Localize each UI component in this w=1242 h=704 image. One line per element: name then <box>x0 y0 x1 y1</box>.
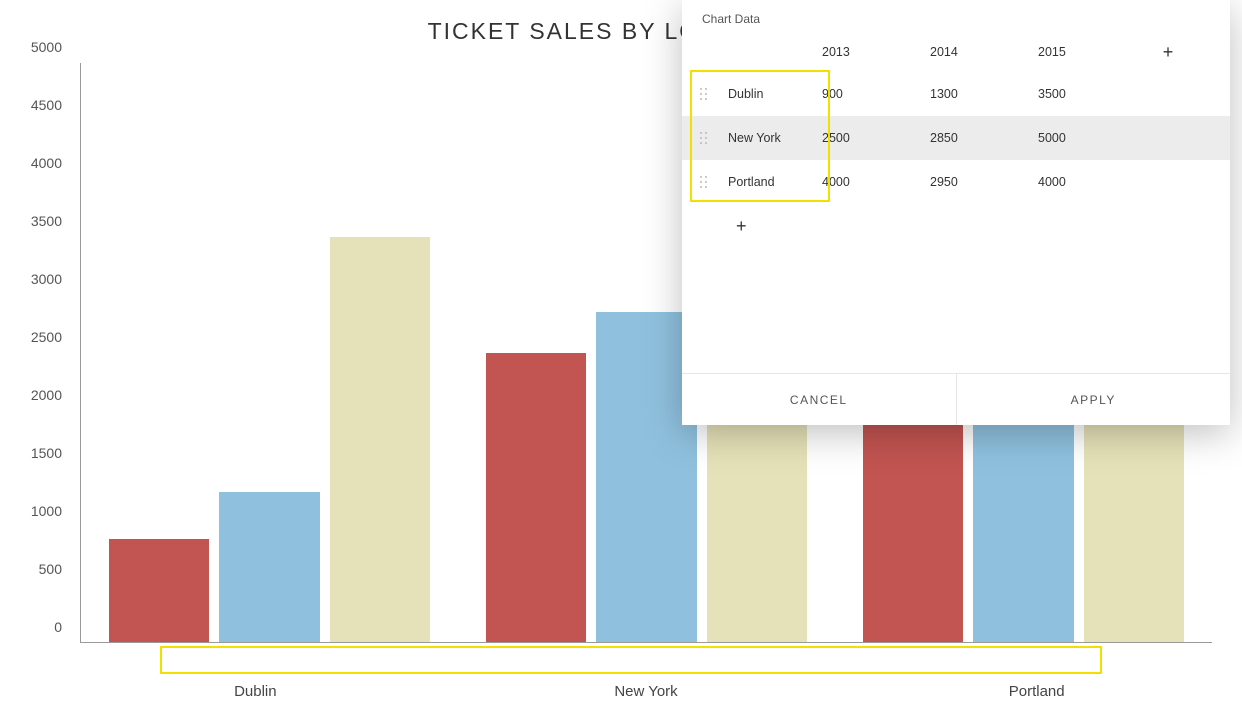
bar <box>330 237 430 643</box>
data-row[interactable]: Portland400029504000 <box>682 160 1230 204</box>
y-tick: 3000 <box>31 271 62 287</box>
y-axis: 0500100015002000250030003500400045005000 <box>20 63 70 643</box>
add-column-button[interactable]: + <box>1146 42 1190 63</box>
y-tick: 2500 <box>31 329 62 345</box>
bar <box>109 539 209 643</box>
column-header-2[interactable]: 2015 <box>1038 45 1146 59</box>
y-tick: 500 <box>39 561 62 577</box>
panel-title: Chart Data <box>682 0 1230 32</box>
y-tick: 1000 <box>31 503 62 519</box>
apply-button[interactable]: APPLY <box>956 374 1231 425</box>
column-header-1[interactable]: 2014 <box>930 45 1038 59</box>
data-cell[interactable]: 2500 <box>822 131 930 145</box>
y-tick: 2000 <box>31 387 62 403</box>
x-axis-baseline <box>81 642 1212 643</box>
drag-handle-icon[interactable] <box>682 132 726 145</box>
drag-handle-icon[interactable] <box>682 88 726 101</box>
data-cell[interactable]: 4000 <box>822 175 930 189</box>
data-cell[interactable]: 900 <box>822 87 930 101</box>
data-cell[interactable]: 5000 <box>1038 131 1146 145</box>
x-axis-label: Portland <box>841 679 1232 704</box>
data-row[interactable]: Dublin90013003500 <box>682 72 1230 116</box>
y-tick: 5000 <box>31 39 62 55</box>
y-tick: 1500 <box>31 445 62 461</box>
panel-spacer <box>682 237 1230 373</box>
x-labels-highlight <box>160 646 1102 674</box>
row-name[interactable]: Dublin <box>726 87 822 101</box>
row-name[interactable]: New York <box>726 131 822 145</box>
x-axis-label: Dublin <box>60 679 451 704</box>
y-tick: 4500 <box>31 97 62 113</box>
data-cell[interactable]: 4000 <box>1038 175 1146 189</box>
y-tick: 4000 <box>31 155 62 171</box>
x-axis-label: New York <box>451 679 842 704</box>
data-grid-rows: Dublin90013003500New York250028505000Por… <box>682 72 1230 204</box>
y-tick: 0 <box>54 619 62 635</box>
data-grid-header: 2013 2014 2015 + <box>682 32 1230 72</box>
drag-handle-icon[interactable] <box>682 176 726 189</box>
cancel-button[interactable]: CANCEL <box>682 374 956 425</box>
column-header-0[interactable]: 2013 <box>822 45 930 59</box>
bar <box>219 492 319 643</box>
panel-buttons: CANCEL APPLY <box>682 373 1230 425</box>
data-cell[interactable]: 1300 <box>930 87 1038 101</box>
y-tick: 3500 <box>31 213 62 229</box>
add-row-button[interactable]: + <box>682 204 1230 237</box>
x-axis-labels: DublinNew YorkPortland <box>60 679 1232 704</box>
chart-data-panel: Chart Data 2013 2014 2015 + Dublin900130… <box>682 0 1230 425</box>
data-cell[interactable]: 2950 <box>930 175 1038 189</box>
data-row[interactable]: New York250028505000 <box>682 116 1230 160</box>
bar-group <box>81 63 458 643</box>
data-cell[interactable]: 2850 <box>930 131 1038 145</box>
data-cell[interactable]: 3500 <box>1038 87 1146 101</box>
bar <box>486 353 586 643</box>
row-name[interactable]: Portland <box>726 175 822 189</box>
